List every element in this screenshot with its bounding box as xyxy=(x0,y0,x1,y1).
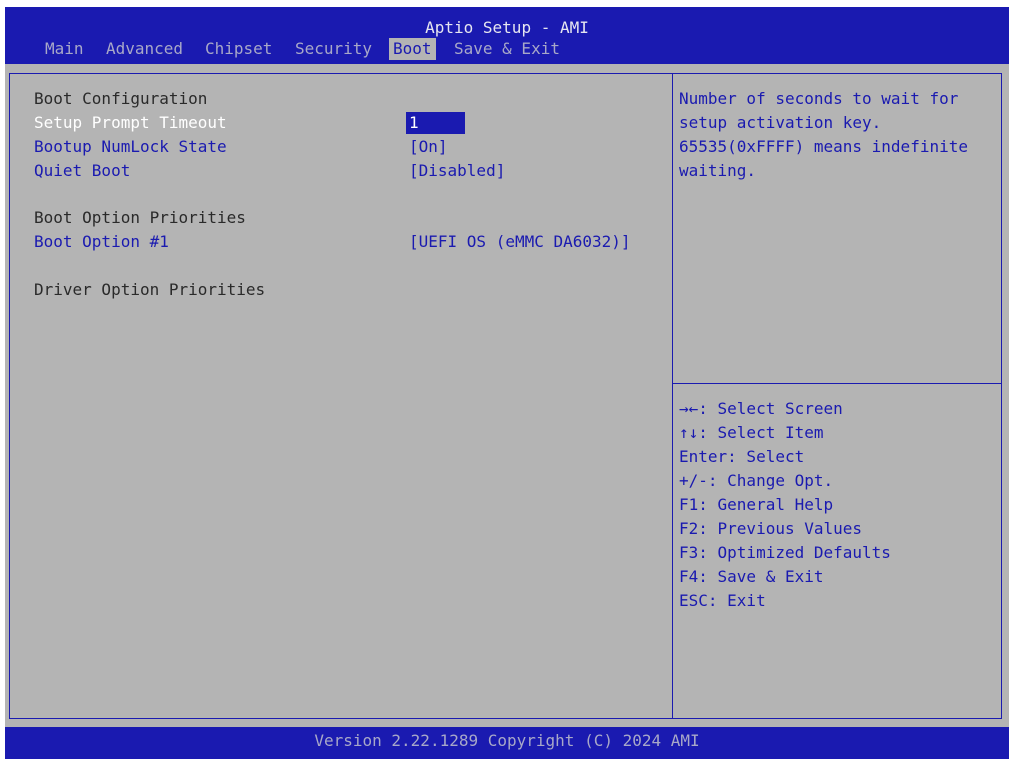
tab-save-exit[interactable]: Save & Exit xyxy=(450,38,564,60)
help-panel: Number of seconds to wait for setup acti… xyxy=(672,73,1002,719)
version-text: Version 2.22.1289 Copyright (C) 2024 AMI xyxy=(314,731,700,750)
tab-boot[interactable]: Boot xyxy=(389,38,436,60)
key-hint-enter: Enter: Select xyxy=(679,447,805,466)
tab-chipset[interactable]: Chipset xyxy=(201,38,276,60)
help-description-line: Number of seconds to wait for xyxy=(679,89,959,108)
bios-screen: Aptio Setup - AMI Main Advanced Chipset … xyxy=(5,7,1009,759)
help-description-line: waiting. xyxy=(679,161,757,180)
boot-option-1-label[interactable]: Boot Option #1 xyxy=(34,231,169,253)
key-hint-change-opt: +/-: Change Opt. xyxy=(679,471,834,490)
boot-option-priorities-heading: Boot Option Priorities xyxy=(34,208,246,227)
title-bar: Aptio Setup - AMI Main Advanced Chipset … xyxy=(5,7,1009,64)
key-hint-optimized-defaults: F3: Optimized Defaults xyxy=(679,543,891,562)
boot-option-1-value[interactable]: [UEFI OS (eMMC DA6032)] xyxy=(409,231,631,253)
setup-prompt-timeout-value[interactable]: 1 xyxy=(406,112,465,134)
app-title: Aptio Setup - AMI xyxy=(425,18,589,37)
key-hint-exit: ESC: Exit xyxy=(679,591,766,610)
footer-bar: Version 2.22.1289 Copyright (C) 2024 AMI xyxy=(5,727,1009,759)
quiet-boot-label[interactable]: Quiet Boot xyxy=(34,160,130,182)
driver-option-priorities-heading: Driver Option Priorities xyxy=(34,280,266,299)
help-description-line: setup activation key. xyxy=(679,113,882,132)
key-hint-general-help: F1: General Help xyxy=(679,495,834,514)
tab-advanced[interactable]: Advanced xyxy=(102,38,187,60)
key-hint-previous-values: F2: Previous Values xyxy=(679,519,863,538)
key-hint-select-item: ↑↓: Select Item xyxy=(679,423,824,442)
quiet-boot-value[interactable]: [Disabled] xyxy=(409,160,505,182)
help-description-line: 65535(0xFFFF) means indefinite xyxy=(679,137,968,156)
tab-bar: Main Advanced Chipset Security Boot Save… xyxy=(41,38,560,60)
setup-prompt-timeout-label[interactable]: Setup Prompt Timeout xyxy=(34,112,227,134)
key-hint-save-exit: F4: Save & Exit xyxy=(679,567,824,586)
bootup-numlock-state-label[interactable]: Bootup NumLock State xyxy=(34,136,227,158)
settings-panel: Boot Configuration Setup Prompt Timeout … xyxy=(9,73,672,719)
key-hint-select-screen: →←: Select Screen xyxy=(679,399,843,418)
help-divider xyxy=(673,383,1001,384)
boot-configuration-heading: Boot Configuration xyxy=(34,89,208,108)
bootup-numlock-state-value[interactable]: [On] xyxy=(409,136,448,158)
tab-main[interactable]: Main xyxy=(41,38,88,60)
tab-security[interactable]: Security xyxy=(291,38,376,60)
